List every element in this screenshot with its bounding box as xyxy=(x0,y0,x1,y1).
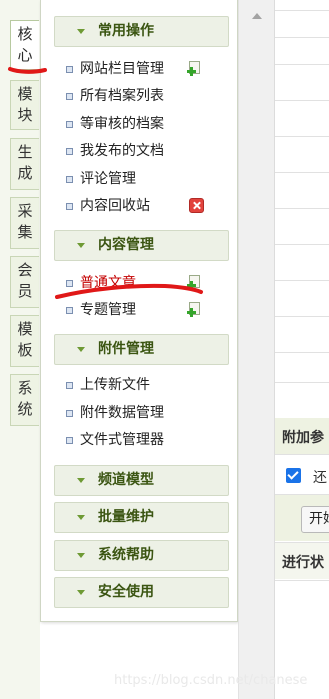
category-label: 系统帮助 xyxy=(98,547,154,563)
menu-item-articles[interactable]: 普通文章 xyxy=(66,271,226,295)
bullet-icon xyxy=(66,410,73,417)
category-attachment-management[interactable]: 附件管理 xyxy=(54,334,229,365)
menu-item-upload-file[interactable]: 上传新文件 xyxy=(66,373,226,397)
row-divider xyxy=(275,382,329,383)
tab-core-label: 核心 xyxy=(17,25,33,64)
tab-modules[interactable]: 模块 xyxy=(10,80,39,130)
menu-item-file-manager[interactable]: 文件式管理器 xyxy=(66,428,226,452)
category-common-operations[interactable]: 常用操作 xyxy=(54,16,229,47)
category-label: 安全使用 xyxy=(98,584,154,600)
add-icon[interactable] xyxy=(187,302,202,317)
row-divider xyxy=(275,580,329,581)
category-label: 内容管理 xyxy=(98,237,154,253)
menu-item-site-columns[interactable]: 网站栏目管理 xyxy=(66,57,226,81)
menu-item-all-archives[interactable]: 所有档案列表 xyxy=(66,84,226,108)
row-divider xyxy=(275,10,329,11)
menu-item-label: 网站栏目管理 xyxy=(80,61,164,77)
chevron-down-icon xyxy=(77,243,85,248)
menu-item-pending-review[interactable]: 等审核的档案 xyxy=(66,112,226,136)
menu-item-topics[interactable]: 专题管理 xyxy=(66,298,226,322)
status-header: 进行状 xyxy=(275,543,329,579)
watermark-text: https://blog.csdn.net/chanese xyxy=(114,673,308,688)
category-label: 附件管理 xyxy=(98,341,154,357)
menu-item-my-documents[interactable]: 我发布的文档 xyxy=(66,139,226,163)
row-divider xyxy=(275,244,329,245)
row-divider xyxy=(275,352,329,353)
delete-icon[interactable] xyxy=(189,198,204,213)
main-content-area: 附加参 还 开始 进行状 xyxy=(274,0,329,699)
menu-item-label: 我发布的文档 xyxy=(80,143,164,159)
bullet-icon xyxy=(66,148,73,155)
category-label: 常用操作 xyxy=(98,23,154,39)
bullet-icon xyxy=(66,382,73,389)
bullet-icon xyxy=(66,93,73,100)
row-divider xyxy=(275,316,329,317)
section-header: 附加参 xyxy=(275,418,329,454)
tab-members[interactable]: 会员 xyxy=(10,256,39,308)
row-divider xyxy=(275,454,329,455)
option-checkbox[interactable] xyxy=(286,468,301,483)
bullet-icon xyxy=(66,280,73,287)
bullet-icon xyxy=(66,437,73,444)
bullet-icon xyxy=(66,121,73,128)
row-divider xyxy=(275,208,329,209)
add-icon[interactable] xyxy=(187,275,202,290)
chevron-down-icon xyxy=(77,515,85,520)
checkbox-label: 还 xyxy=(313,470,327,486)
status-header-label: 进行状 xyxy=(282,555,324,571)
scroll-up-arrow-icon[interactable] xyxy=(252,13,262,19)
menu-item-label: 上传新文件 xyxy=(80,377,150,393)
tab-modules-label: 模块 xyxy=(17,85,33,124)
menu-item-attachment-data[interactable]: 附件数据管理 xyxy=(66,401,226,425)
category-batch-maintenance[interactable]: 批量维护 xyxy=(54,502,229,533)
row-divider xyxy=(275,37,329,38)
add-icon[interactable] xyxy=(187,61,202,76)
chevron-down-icon xyxy=(77,347,85,352)
menu-item-comments[interactable]: 评论管理 xyxy=(66,167,226,191)
tab-core[interactable]: 核心 xyxy=(10,20,39,70)
menu-item-label: 评论管理 xyxy=(80,171,136,187)
bullet-icon xyxy=(66,66,73,73)
menu-item-recycle-bin[interactable]: 内容回收站 xyxy=(66,194,226,218)
chevron-down-icon xyxy=(77,478,85,483)
category-label: 批量维护 xyxy=(98,509,154,525)
row-divider xyxy=(275,100,329,101)
tab-system[interactable]: 系统 xyxy=(10,374,39,426)
bullet-icon xyxy=(66,176,73,183)
menu-item-label: 文件式管理器 xyxy=(80,432,164,448)
category-label: 频道模型 xyxy=(98,472,154,488)
left-tab-bar: 核心 模块 生成 采集 会员 模板 系统 xyxy=(0,0,40,699)
menu-item-label: 附件数据管理 xyxy=(80,405,164,421)
category-system-help[interactable]: 系统帮助 xyxy=(54,540,229,571)
tab-templates[interactable]: 模板 xyxy=(10,315,39,367)
category-content-management[interactable]: 内容管理 xyxy=(54,230,229,261)
menu-item-label: 等审核的档案 xyxy=(80,116,164,132)
tab-generate-label: 生成 xyxy=(17,143,33,182)
tab-system-label: 系统 xyxy=(17,379,33,418)
menu-item-label: 普通文章 xyxy=(80,275,136,291)
tab-templates-label: 模板 xyxy=(17,320,33,359)
bullet-icon xyxy=(66,307,73,314)
tab-collect[interactable]: 采集 xyxy=(10,197,39,249)
category-channel-models[interactable]: 频道模型 xyxy=(54,465,229,496)
chevron-down-icon xyxy=(77,590,85,595)
menu-item-label: 所有档案列表 xyxy=(80,88,164,104)
vertical-scrollbar[interactable] xyxy=(238,0,274,699)
chevron-down-icon xyxy=(77,29,85,34)
chevron-down-icon xyxy=(77,553,85,558)
row-divider xyxy=(275,172,329,173)
menu-item-label: 专题管理 xyxy=(80,302,136,318)
side-menu-panel: 常用操作 网站栏目管理 所有档案列表 等审核的档案 我发布的文档 评论管理 内容… xyxy=(40,0,238,622)
start-button[interactable]: 开始 xyxy=(301,506,329,533)
section-header-label: 附加参 xyxy=(282,430,324,446)
row-divider xyxy=(275,136,329,137)
row-divider xyxy=(275,64,329,65)
tab-generate[interactable]: 生成 xyxy=(10,138,39,190)
menu-item-label: 内容回收站 xyxy=(80,198,150,214)
row-divider xyxy=(275,280,329,281)
bullet-icon xyxy=(66,203,73,210)
tab-members-label: 会员 xyxy=(17,261,33,300)
category-security[interactable]: 安全使用 xyxy=(54,577,229,608)
tab-collect-label: 采集 xyxy=(17,202,33,241)
